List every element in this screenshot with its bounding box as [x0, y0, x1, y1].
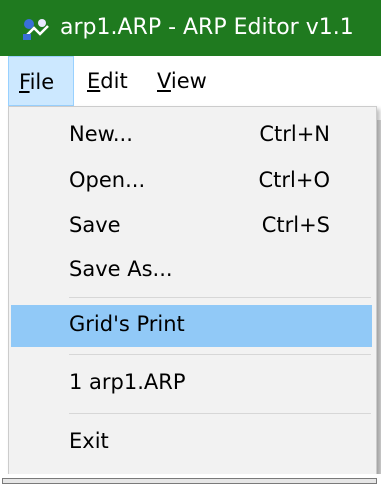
menu-file[interactable]: File: [8, 56, 74, 106]
menu-item-label: Open...: [69, 168, 146, 192]
menu-item-shortcut: Ctrl+S: [261, 213, 330, 237]
app-icon: [20, 16, 52, 42]
menu-view-accel: V: [157, 69, 171, 93]
menu-file-accel: F: [19, 70, 30, 94]
menu-view[interactable]: View: [147, 56, 227, 106]
title-bar: arp1.ARP - ARP Editor v1.1: [0, 0, 381, 56]
menu-item-new[interactable]: New... Ctrl+N: [11, 115, 372, 157]
menu-item-shortcut: Ctrl+O: [258, 168, 331, 192]
menu-view-label: iew: [170, 69, 207, 93]
menu-separator: [69, 297, 371, 298]
menu-item-save[interactable]: Save Ctrl+S: [11, 206, 372, 248]
menu-edit-label: dit: [100, 69, 128, 93]
menu-bar: File Edit View: [0, 56, 381, 106]
menu-item-shortcut: Ctrl+N: [259, 122, 330, 146]
menu-separator: [69, 354, 371, 355]
menu-item-grids-print[interactable]: Grid's Print: [11, 305, 372, 347]
menu-item-label: Grid's Print: [69, 312, 185, 336]
menu-edit[interactable]: Edit: [77, 56, 147, 106]
menu-item-label: Exit: [69, 429, 109, 453]
menu-edit-accel: E: [87, 69, 101, 93]
menu-item-label: Save As...: [69, 257, 173, 281]
menu-item-label: New...: [69, 122, 133, 146]
menu-item-recent-file[interactable]: 1 arp1.ARP: [11, 363, 372, 405]
status-bar-edge: [2, 478, 377, 484]
menu-item-label: 1 arp1.ARP: [69, 370, 186, 394]
menu-item-exit[interactable]: Exit: [11, 422, 372, 464]
menu-item-save-as[interactable]: Save As...: [11, 250, 372, 292]
window-bottom-edge: [0, 474, 381, 485]
window-title: arp1.ARP - ARP Editor v1.1: [60, 15, 354, 40]
file-dropdown-menu: New... Ctrl+N Open... Ctrl+O Save Ctrl+S…: [8, 106, 377, 479]
menu-separator: [69, 413, 371, 414]
menu-item-label: Save: [69, 213, 121, 237]
menu-item-open[interactable]: Open... Ctrl+O: [11, 161, 372, 203]
menu-file-label: ile: [29, 70, 55, 94]
